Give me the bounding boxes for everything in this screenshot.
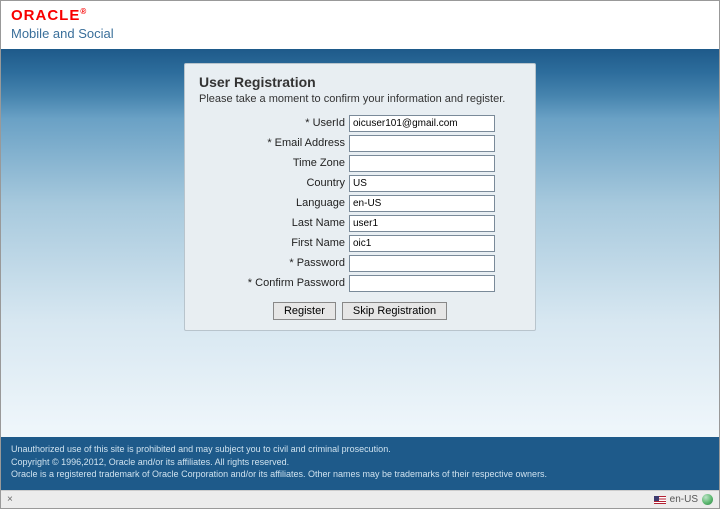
register-button[interactable]: Register (273, 302, 336, 320)
content-area: User Registration Please take a moment t… (1, 49, 719, 437)
header: ORACLE® Mobile and Social (1, 1, 719, 49)
row-country: Country (199, 175, 521, 192)
statusbar: × en-US (1, 490, 719, 508)
row-userid: * UserId (199, 115, 521, 132)
footer-line3: Oracle is a registered trademark of Orac… (11, 468, 709, 481)
brand-logo: ORACLE® (11, 7, 709, 24)
label-country: Country (199, 177, 349, 189)
input-language[interactable] (349, 195, 495, 212)
row-email: * Email Address (199, 135, 521, 152)
footer-line1: Unauthorized use of this site is prohibi… (11, 443, 709, 456)
panel-instruction: Please take a moment to confirm your inf… (199, 92, 521, 107)
row-password: * Password (199, 255, 521, 272)
input-firstname[interactable] (349, 235, 495, 252)
input-country[interactable] (349, 175, 495, 192)
globe-icon[interactable] (702, 494, 713, 505)
input-lastname[interactable] (349, 215, 495, 232)
footer: Unauthorized use of this site is prohibi… (1, 437, 719, 495)
row-firstname: First Name (199, 235, 521, 252)
input-password[interactable] (349, 255, 495, 272)
label-userid: * UserId (199, 117, 349, 129)
label-firstname: First Name (199, 237, 349, 249)
label-password: * Password (199, 257, 349, 269)
statusbar-right: en-US (654, 494, 713, 505)
row-language: Language (199, 195, 521, 212)
label-lastname: Last Name (199, 217, 349, 229)
close-icon[interactable]: × (7, 494, 13, 505)
locale-text: en-US (670, 494, 698, 505)
input-email[interactable] (349, 135, 495, 152)
brand-text: ORACLE (11, 7, 80, 24)
footer-line2: Copyright © 1996,2012, Oracle and/or its… (11, 456, 709, 469)
label-timezone: Time Zone (199, 157, 349, 169)
registration-panel: User Registration Please take a moment t… (184, 63, 536, 331)
button-row: Register Skip Registration (199, 302, 521, 320)
app-window: ORACLE® Mobile and Social User Registrat… (0, 0, 720, 509)
row-lastname: Last Name (199, 215, 521, 232)
product-name: Mobile and Social (11, 26, 709, 41)
row-timezone: Time Zone (199, 155, 521, 172)
brand-reg: ® (80, 7, 87, 16)
label-email: * Email Address (199, 137, 349, 149)
label-language: Language (199, 197, 349, 209)
row-confirm: * Confirm Password (199, 275, 521, 292)
panel-title: User Registration (199, 74, 521, 90)
label-confirm: * Confirm Password (199, 277, 349, 289)
flag-icon (654, 496, 666, 504)
input-timezone[interactable] (349, 155, 495, 172)
input-userid[interactable] (349, 115, 495, 132)
input-confirm[interactable] (349, 275, 495, 292)
skip-registration-button[interactable]: Skip Registration (342, 302, 447, 320)
